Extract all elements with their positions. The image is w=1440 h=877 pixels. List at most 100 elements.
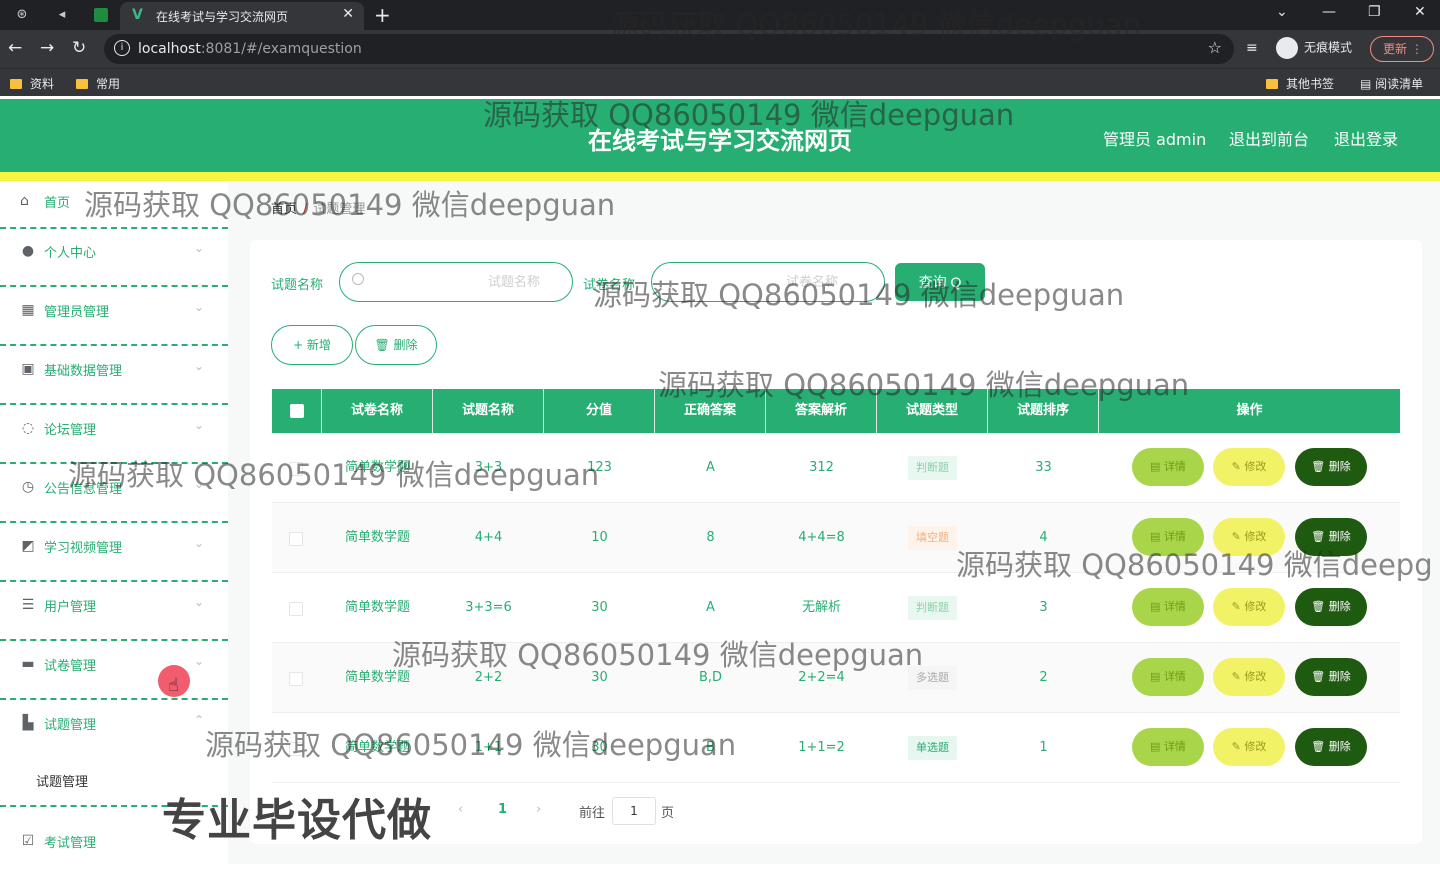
bookmark-folder-2[interactable]: 常用 <box>76 75 120 92</box>
trash-icon: 🗑︎ <box>1311 740 1329 753</box>
sidebar-item-label: 个人中心 <box>44 246 97 261</box>
delete-button[interactable]: 🗑︎ 删除 <box>1295 448 1367 486</box>
cell-order: 3 <box>1039 600 1048 615</box>
search-question-input[interactable] <box>374 271 564 293</box>
search-paper-input[interactable] <box>672 271 862 293</box>
batch-delete-button[interactable]: 🗑︎ 删除 <box>355 325 437 365</box>
sidebar-item-label: 公告信息管理 <box>44 482 123 497</box>
cell-analysis: 1+1=2 <box>798 740 845 755</box>
sidebar-item-notice[interactable]: ◷ 公告信息管理 ⌄ <box>0 465 228 523</box>
close-tab-icon[interactable]: ✕ <box>342 6 354 22</box>
pinned-tab-icon[interactable] <box>94 8 108 22</box>
site-info-icon[interactable]: i <box>114 40 130 56</box>
url-text: localhost:8081/#/examquestion <box>138 41 362 57</box>
sidebar-item-admins[interactable]: ▦ 管理员管理 ⌄ <box>0 288 228 346</box>
row-checkbox[interactable] <box>289 462 303 476</box>
table-row: 简单数学题 4+4 10 8 4+4=8 填空题 4 ▤ 详情 ✎ 修改 🗑︎ 删除 <box>272 503 1400 573</box>
logout-link[interactable]: 退出登录 <box>1334 126 1398 150</box>
delete-button[interactable]: 🗑︎ 删除 <box>1295 658 1367 696</box>
row-checkbox[interactable] <box>289 672 303 686</box>
list-icon: ☰ <box>21 597 35 613</box>
data-icon: ▣ <box>21 361 35 377</box>
table-row: 简单数学题 2+2 30 B,D 2+2=4 多选题 2 ▤ 详情 ✎ 修改 🗑︎ 删除 <box>272 643 1400 713</box>
prev-page-icon[interactable]: ‹ <box>458 802 463 817</box>
reload-icon[interactable]: ↻ <box>72 38 86 58</box>
bookmark-star-icon[interactable]: ☆ <box>1208 38 1222 57</box>
incognito-indicator[interactable]: 无痕模式 <box>1276 37 1352 59</box>
new-tab-icon[interactable]: + <box>374 3 391 27</box>
forward-icon[interactable]: → <box>40 38 54 58</box>
delete-button[interactable]: 🗑︎ 删除 <box>1295 518 1367 556</box>
edit-button[interactable]: ✎ 修改 <box>1213 588 1285 626</box>
breadcrumb-home[interactable]: 首页 <box>271 202 297 217</box>
chevron-down-icon: ⌄ <box>194 359 205 373</box>
active-tab[interactable]: V 在线考试与学习交流网页 ✕ <box>120 2 364 30</box>
update-button[interactable]: 更新 ⋮ <box>1370 36 1434 62</box>
detail-button[interactable]: ▤ 详情 <box>1132 728 1204 766</box>
detail-button[interactable]: ▤ 详情 <box>1132 658 1204 696</box>
edit-button[interactable]: ✎ 修改 <box>1213 518 1285 556</box>
mute-icon[interactable]: ◂ <box>54 7 70 23</box>
delete-button[interactable]: 🗑︎ 删除 <box>1295 728 1367 766</box>
edit-button-label: 修改 <box>1244 670 1267 683</box>
url-field[interactable]: i localhost:8081/#/examquestion ☆ <box>104 34 1234 64</box>
table-header: 试卷名称 试题名称 分值 正确答案 答案解析 试题类型 试题排序 操作 <box>272 389 1400 433</box>
edit-icon: ✎ <box>1231 600 1245 613</box>
row-checkbox[interactable] <box>289 602 303 616</box>
detail-icon: ▤ <box>1150 530 1164 543</box>
cell-answer: 8 <box>706 530 715 545</box>
sidebar-item-forum[interactable]: ◌ 论坛管理 ⌄ <box>0 406 228 464</box>
chevron-down-icon: ⌄ <box>194 536 205 550</box>
select-all-cell <box>272 389 322 433</box>
other-bookmarks[interactable]: 其他书签 <box>1266 75 1334 92</box>
cell-answer: B <box>706 740 715 755</box>
back-to-front-link[interactable]: 退出到前台 <box>1229 126 1309 150</box>
search-button[interactable]: 查询 Q <box>895 263 985 301</box>
restore-icon[interactable]: ❐ <box>1368 4 1381 20</box>
edit-button[interactable]: ✎ 修改 <box>1213 658 1285 696</box>
chevron-up-icon: ⌃ <box>194 713 205 727</box>
close-window-icon[interactable]: ✕ <box>1414 4 1426 20</box>
col-type: 试题类型 <box>877 389 988 433</box>
row-checkbox[interactable] <box>289 532 303 546</box>
tab-search-icon[interactable]: ⌄ <box>1276 4 1288 20</box>
delete-button-label: 删除 <box>1328 530 1351 543</box>
back-icon[interactable]: ← <box>8 38 22 58</box>
row-checkbox[interactable] <box>289 742 303 756</box>
sidebar-item-home[interactable]: ⌂ 首页 <box>0 181 228 229</box>
home-icon: ⌂ <box>20 193 29 209</box>
search-question-field[interactable] <box>339 262 573 302</box>
sidebar-item-questions[interactable]: ▙ 试题管理 ⌃ <box>0 701 228 759</box>
goto-page-input[interactable]: 1 <box>612 797 656 825</box>
reading-list[interactable]: ▤ 阅读清单 <box>1360 75 1423 92</box>
sidebar-item-videos[interactable]: ◩ 学习视频管理 ⌄ <box>0 524 228 582</box>
edit-button[interactable]: ✎ 修改 <box>1213 448 1285 486</box>
sidebar-item-basedata[interactable]: ▣ 基础数据管理 ⌄ <box>0 347 228 405</box>
browser-addressbar: ← → ↻ i localhost:8081/#/examquestion ☆ … <box>0 30 1440 68</box>
next-page-icon[interactable]: › <box>536 802 541 817</box>
detail-button[interactable]: ▤ 详情 <box>1132 588 1204 626</box>
hand-cursor-icon: ☝ <box>168 675 179 696</box>
detail-button[interactable]: ▤ 详情 <box>1132 448 1204 486</box>
breadcrumb-current: 试题管理 <box>313 202 366 217</box>
search-paper-field[interactable] <box>651 262 885 302</box>
delete-button[interactable]: 🗑︎ 删除 <box>1295 588 1367 626</box>
question-type-tag: 单选题 <box>908 735 957 760</box>
add-button[interactable]: + 新增 <box>271 325 353 365</box>
clock-icon: ◷ <box>21 479 35 495</box>
bookmark-folder-1[interactable]: 资料 <box>10 75 54 92</box>
detail-button[interactable]: ▤ 详情 <box>1132 518 1204 556</box>
delete-button-label: 删除 <box>1328 670 1351 683</box>
minimize-icon[interactable]: — <box>1322 4 1336 20</box>
sidebar-item-users[interactable]: ☰ 用户管理 ⌄ <box>0 583 228 641</box>
cell-type: 多选题 <box>877 643 988 713</box>
cell-score: 30 <box>591 670 608 685</box>
incognito-icon <box>1276 37 1298 59</box>
sidebar-item-papers[interactable]: ▬ 试卷管理 ⌄ <box>0 642 228 700</box>
sidebar-item-profile[interactable]: ● 个人中心 ⌄ <box>0 229 228 287</box>
page-number[interactable]: 1 <box>498 802 507 817</box>
edit-button[interactable]: ✎ 修改 <box>1213 728 1285 766</box>
select-all-checkbox[interactable] <box>290 404 304 418</box>
folder-icon <box>10 79 22 89</box>
reading-list-icon[interactable]: ≡ <box>1246 40 1258 56</box>
